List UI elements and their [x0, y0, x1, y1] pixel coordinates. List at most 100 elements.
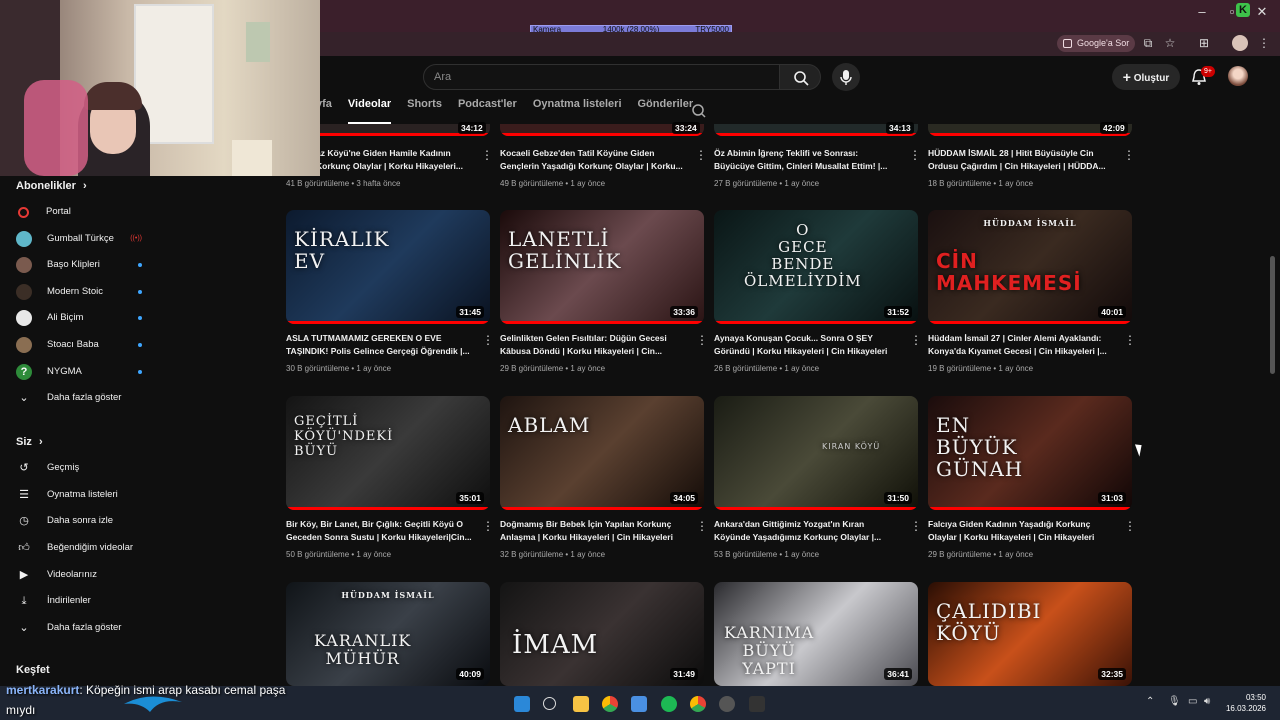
windows-start-icon[interactable]: [514, 696, 530, 712]
chrome-profile-icon[interactable]: [690, 696, 706, 712]
video-thumbnail[interactable]: ÇALIDIBI KÖYÜ 32:35: [928, 582, 1132, 686]
video-thumbnail[interactable]: HÜDDAM İSMAİL KARANLIK MÜHÜR 40:09: [286, 582, 490, 686]
tab-posts[interactable]: Gönderiler: [638, 98, 694, 124]
video-title[interactable]: Öz Abimin İğrenç Teklifi ve Sonrası: Büy…: [714, 147, 900, 173]
close-icon[interactable]: ✕: [1252, 4, 1272, 20]
app-icon-2[interactable]: [749, 696, 765, 712]
obs-icon[interactable]: [719, 696, 735, 712]
mic-tray-icon[interactable]: 🎙︎: [1168, 696, 1181, 707]
more-actions-icon[interactable]: ⋮: [910, 334, 922, 346]
search-button[interactable]: [779, 64, 821, 90]
address-bar[interactable]: [320, 32, 1280, 56]
video-thumbnail[interactable]: LANETLİ GELİNLİK 33:36: [500, 210, 704, 324]
video-card[interactable]: İMAM 31:49: [500, 582, 704, 686]
video-card[interactable]: LANETLİ GELİNLİK 33:36 Gelinlikten Gelen F…: [500, 210, 708, 373]
profile-avatar-icon[interactable]: [1232, 35, 1248, 51]
video-thumbnail[interactable]: EN BÜYÜK GÜNAH 31:03: [928, 396, 1132, 510]
sidebar-item-liked[interactable]: 👍︎ Beğendiğim videolar: [16, 538, 142, 558]
tab-videos[interactable]: Videolar: [347, 98, 392, 124]
video-thumbnail[interactable]: HÜDDAM İSMAİL CİN MAHKEMESİ 40:01: [928, 210, 1132, 324]
video-title[interactable]: Falcıya Giden Kadının Yaşadığı Korkunç O…: [928, 518, 1114, 544]
taskbar-clock[interactable]: 03:50 16.03.2026: [1222, 692, 1266, 714]
video-title[interactable]: ASLA TUTMAMAMIZ GEREKEN O EVE TAŞINDIK! …: [286, 332, 472, 358]
channel-search-button[interactable]: [691, 103, 707, 119]
video-title[interactable]: HÜDDAM İSMAİL 28 | Hitit Büyüsüyle Cin O…: [928, 147, 1114, 173]
video-title[interactable]: Doğmamış Bir Bebek İçin Yapılan Korkunç …: [500, 518, 686, 544]
bookmark-star-icon[interactable]: ☆: [1162, 35, 1178, 51]
sidebar-item-portal[interactable]: Portal: [16, 202, 142, 222]
video-card[interactable]: ABLAM 34:05 Doğmamış Bir Bebek İçin Yapıla…: [500, 396, 708, 559]
create-button[interactable]: + Oluştur: [1112, 64, 1180, 90]
more-actions-icon[interactable]: ⋮: [695, 148, 707, 162]
video-title[interactable]: Kocaeli Gebze'den Tatil Köyüne Giden Gen…: [500, 147, 686, 173]
account-avatar[interactable]: [1228, 66, 1248, 86]
menu-dots-icon[interactable]: ⋮: [1256, 35, 1272, 51]
app-icon[interactable]: [631, 696, 647, 712]
video-title[interactable]: az Köyü'ne Giden Hamile Kadının Korkunç …: [316, 147, 476, 173]
sidebar-item-history[interactable]: ↺ Geçmiş: [16, 458, 142, 478]
tab-shorts[interactable]: Shorts: [407, 98, 442, 124]
search-icon[interactable]: [543, 697, 556, 710]
video-thumbnail[interactable]: O GECE BENDE ÖLMELİYDİM 31:52: [714, 210, 918, 324]
chrome-icon[interactable]: [602, 696, 618, 712]
network-icon[interactable]: ▭: [1188, 696, 1197, 707]
tab-playlists[interactable]: Oynatma listeleri: [533, 98, 622, 124]
more-actions-icon[interactable]: ⋮: [696, 334, 708, 346]
sidebar-item-stoaci-baba[interactable]: Stoacı Baba: [16, 335, 142, 355]
sidebar-item-nygma[interactable]: ? NYGMA: [16, 362, 142, 382]
search-input[interactable]: Ara: [423, 64, 780, 90]
voice-search-button[interactable]: [832, 63, 860, 91]
google-sor-button[interactable]: Google'a Sor: [1057, 35, 1136, 52]
video-card[interactable]: HÜDDAM İSMAİL KARANLIK MÜHÜR 40:09: [286, 582, 490, 686]
video-thumbnail[interactable]: KİRALIK EV 31:45: [286, 210, 490, 324]
extensions-icon[interactable]: ⊞: [1196, 35, 1212, 51]
more-actions-icon[interactable]: ⋮: [482, 520, 494, 532]
video-title[interactable]: Ankara'dan Gittiğimiz Yozgat'ın Kıran Kö…: [714, 518, 900, 544]
video-thumbnail[interactable]: ABLAM 34:05: [500, 396, 704, 510]
more-actions-icon[interactable]: ⋮: [481, 148, 493, 162]
video-card[interactable]: EN BÜYÜK GÜNAH 31:03 Falcıya Giden Kadının…: [928, 396, 1136, 559]
video-card[interactable]: HÜDDAM İSMAİL CİN MAHKEMESİ 40:01 Hüddam İs…: [928, 210, 1136, 373]
video-title[interactable]: Gelinlikten Gelen Fısıltılar: Düğün Gece…: [500, 332, 686, 358]
video-card[interactable]: KARNIMA BÜYÜ YAPTI 36:41: [714, 582, 918, 686]
video-thumbnail[interactable]: KARNIMA BÜYÜ YAPTI 36:41: [714, 582, 918, 686]
more-actions-icon[interactable]: ⋮: [1123, 148, 1135, 162]
sidebar-item-baso[interactable]: Başo Klipleri: [16, 255, 142, 275]
video-title[interactable]: Bir Köy, Bir Lanet, Bir Çığlık: Geçitli …: [286, 518, 472, 544]
subscriptions-header[interactable]: Abonelikler ›: [16, 180, 87, 192]
sidebar-item-modern-stoic[interactable]: Modern Stoic: [16, 282, 142, 302]
sidebar-item-your-videos[interactable]: ▶ Videolarınız: [16, 565, 142, 585]
video-title[interactable]: Hüddam İsmail 27 | Cinler Alemi Ayakland…: [928, 332, 1114, 358]
more-actions-icon[interactable]: ⋮: [910, 520, 922, 532]
cast-icon[interactable]: ⧉: [1140, 35, 1156, 51]
video-thumbnail[interactable]: KIRAN KÖYÜ 31:50: [714, 396, 918, 510]
more-actions-icon[interactable]: ⋮: [1124, 334, 1136, 346]
video-card[interactable]: ÇALIDIBI KÖYÜ 32:35: [928, 582, 1132, 686]
more-actions-icon[interactable]: ⋮: [696, 520, 708, 532]
video-thumbnail[interactable]: GEÇİTLİ KÖYÜ'NDEKİ BÜYÜ 35:01: [286, 396, 490, 510]
video-card[interactable]: GEÇİTLİ KÖYÜ'NDEKİ BÜYÜ 35:01 Bir Köy, Bir…: [286, 396, 494, 559]
video-card[interactable]: KIRAN KÖYÜ 31:50 Ankara'dan Gittiğimiz Yoz…: [714, 396, 922, 559]
sidebar-item-gumball[interactable]: Gumball Türkçe ((•)): [16, 229, 142, 249]
minimize-icon[interactable]: –: [1192, 4, 1212, 20]
page-scrollbar-thumb[interactable]: [1270, 256, 1275, 374]
more-actions-icon[interactable]: ⋮: [482, 334, 494, 346]
video-card[interactable]: KİRALIK EV 31:45 ASLA TUTMAMAMIZ GEREKEN O…: [286, 210, 494, 373]
sidebar-item-ali-bicim[interactable]: Ali Biçim: [16, 308, 142, 328]
sidebar-item-downloads[interactable]: ⤓ İndirilenler: [16, 591, 142, 611]
you-header[interactable]: Siz ›: [16, 436, 43, 448]
sidebar-show-more-subs[interactable]: ⌄ Daha fazla göster: [16, 388, 142, 408]
tray-chevron-icon[interactable]: ⌃: [1146, 696, 1154, 707]
video-title[interactable]: Aynaya Konuşan Çocuk... Sonra O ŞEY Görü…: [714, 332, 900, 358]
more-actions-icon[interactable]: ⋮: [1124, 520, 1136, 532]
video-thumbnail[interactable]: İMAM 31:49: [500, 582, 704, 686]
volume-icon[interactable]: 🔊︎: [1204, 696, 1210, 707]
sidebar-show-more-you[interactable]: ⌄ Daha fazla göster: [16, 618, 142, 638]
sidebar-item-watch-later[interactable]: ◷ Daha sonra izle: [16, 511, 142, 531]
sidebar-item-playlists[interactable]: ☰ Oynatma listeleri: [16, 485, 142, 505]
video-card[interactable]: O GECE BENDE ÖLMELİYDİM 31:52 Aynaya Konuş…: [714, 210, 922, 373]
file-explorer-icon[interactable]: [573, 696, 589, 712]
tab-podcasts[interactable]: Podcast'ler: [458, 98, 517, 124]
more-actions-icon[interactable]: ⋮: [909, 148, 921, 162]
spotify-icon[interactable]: [661, 696, 677, 712]
